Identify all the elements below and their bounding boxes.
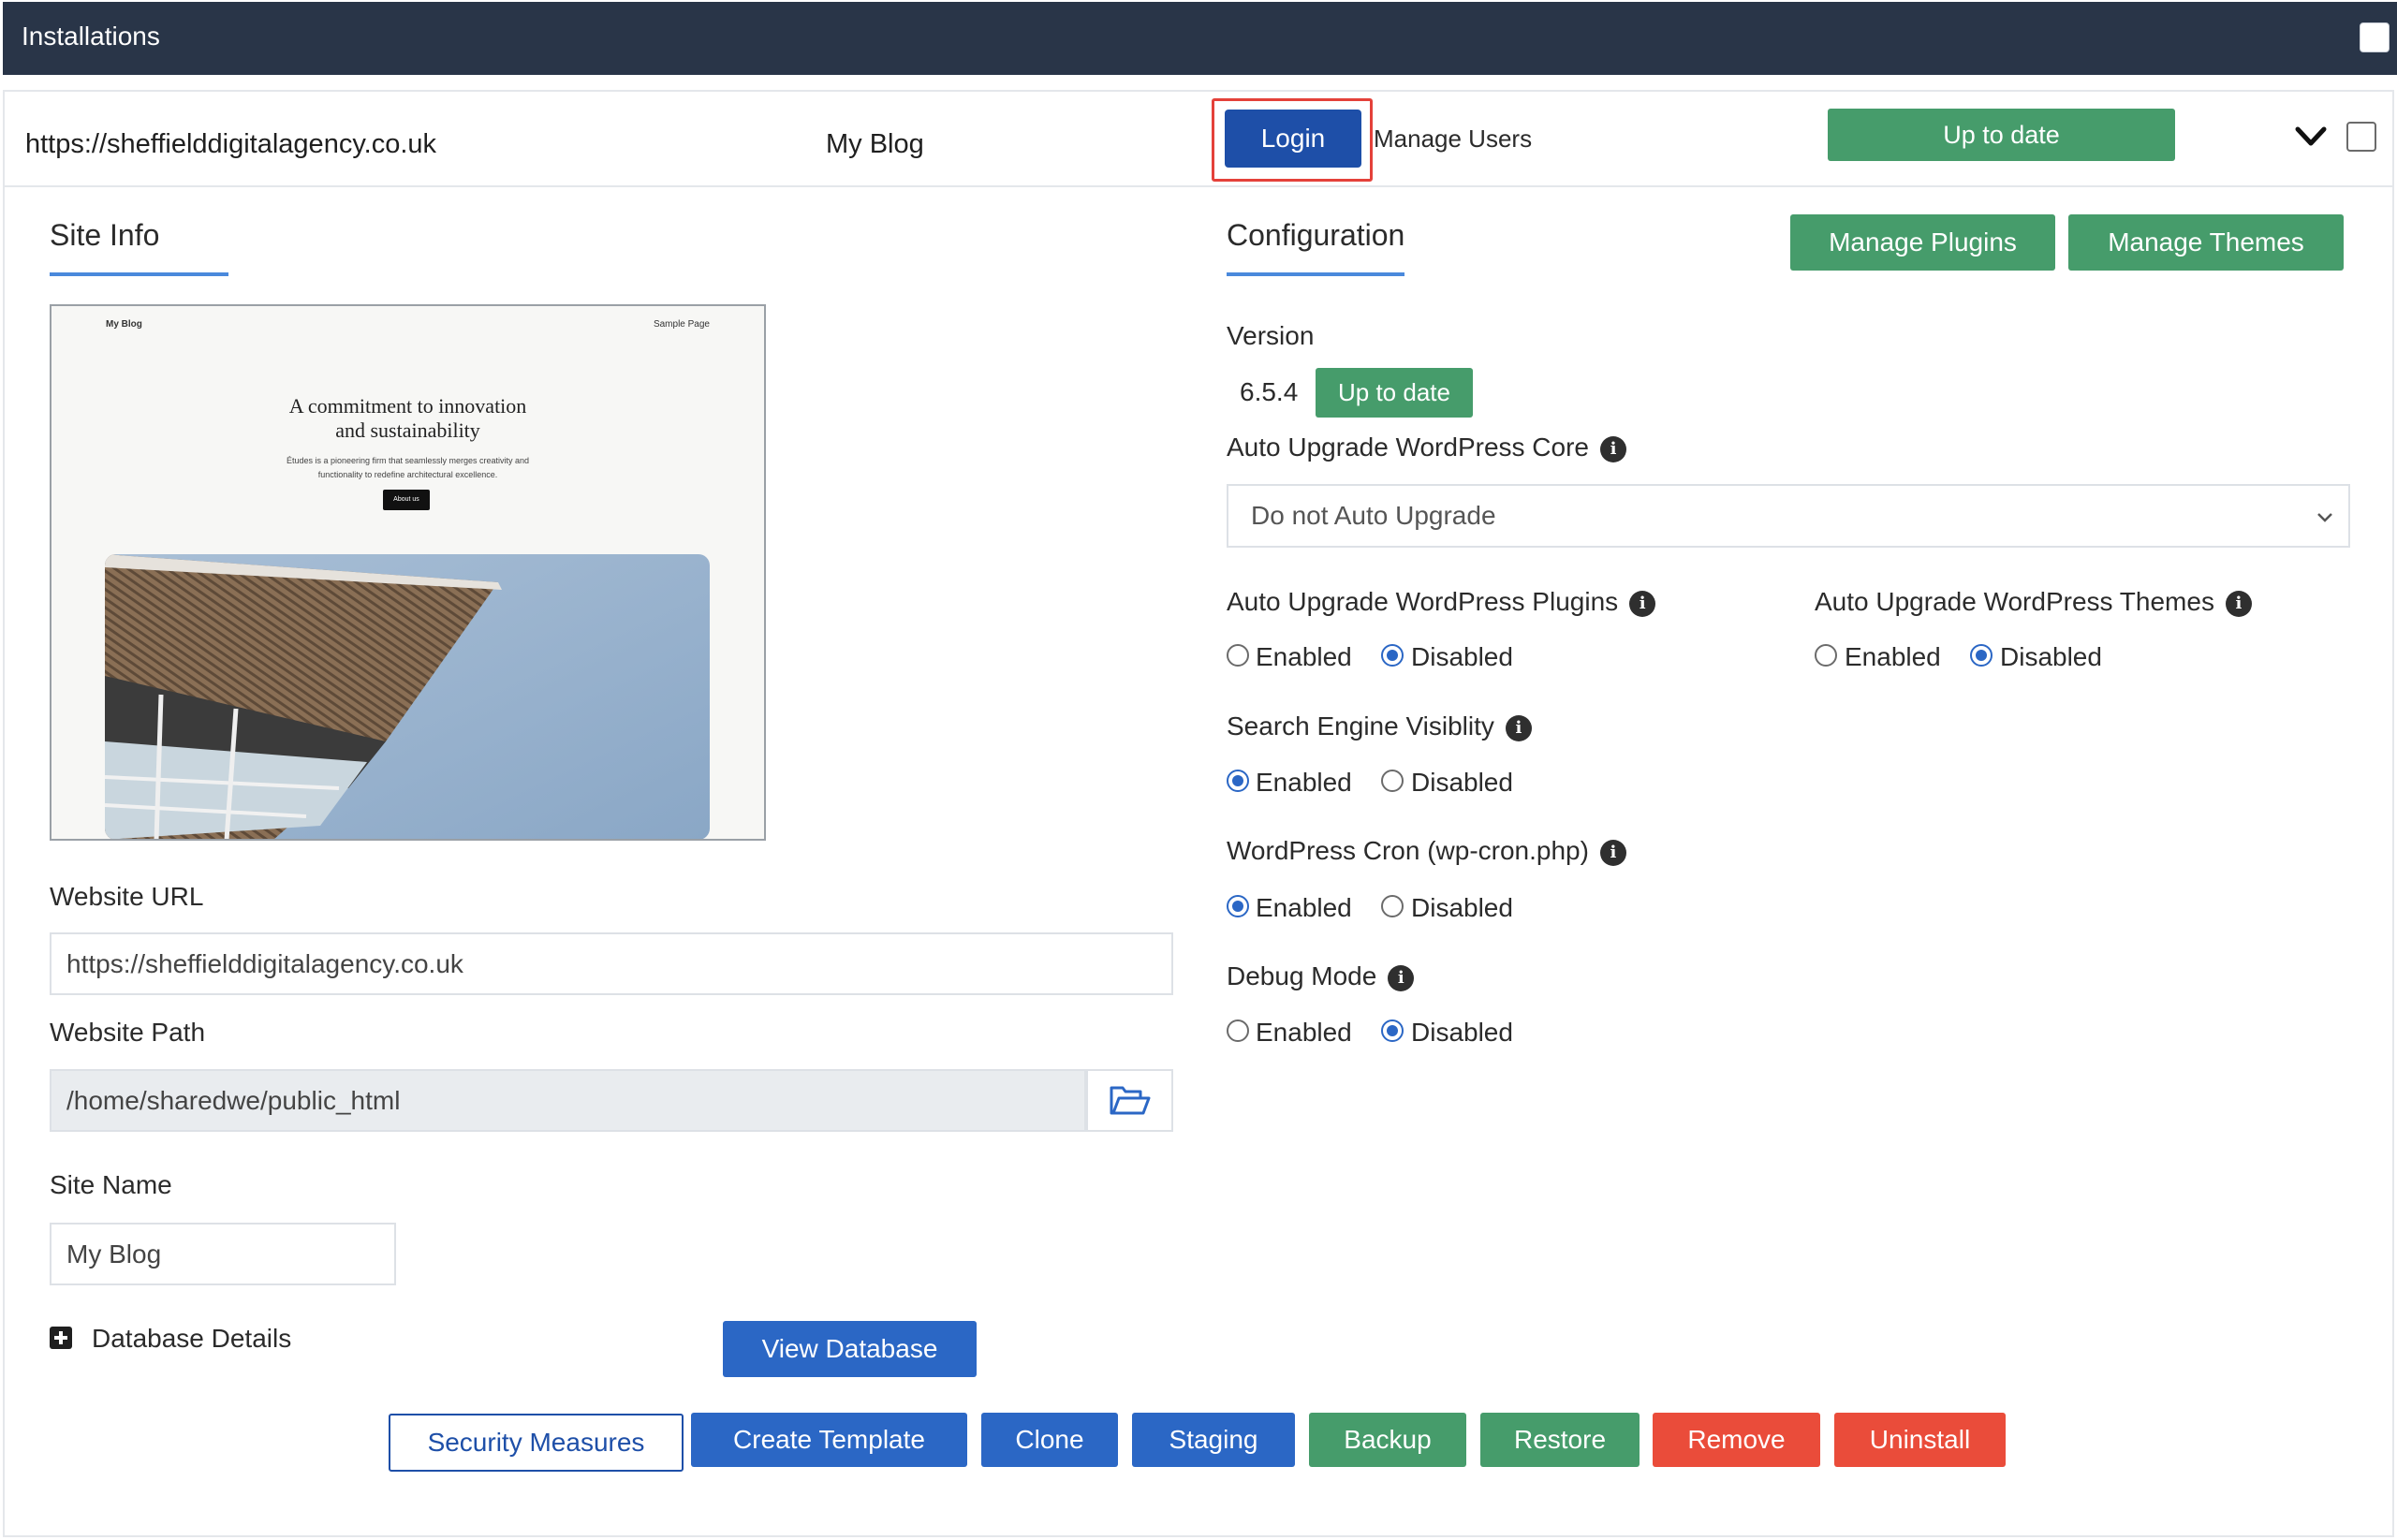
website-url-input[interactable]: https://sheffielddigitalagency.co.uk bbox=[50, 932, 1173, 995]
folder-open-icon bbox=[1110, 1086, 1150, 1114]
site-name-input[interactable]: My Blog bbox=[50, 1223, 396, 1285]
version-value: 6.5.4 bbox=[1240, 377, 1299, 406]
preview-building-image bbox=[105, 554, 710, 839]
site-preview-thumbnail: My Blog Sample Page A commitment to inno… bbox=[50, 304, 766, 841]
backup-button[interactable]: Backup bbox=[1309, 1413, 1466, 1467]
row-divider bbox=[5, 185, 2392, 187]
auto-upgrade-core-label: Auto Upgrade WordPress Core i bbox=[1227, 433, 1626, 462]
search-enabled-radio[interactable] bbox=[1227, 770, 1249, 792]
auto-upgrade-themes-label: Auto Upgrade WordPress Themes i bbox=[1815, 587, 2252, 617]
browse-folder-button[interactable] bbox=[1086, 1069, 1173, 1132]
site-info-title: Site Info bbox=[50, 218, 160, 252]
search-disabled-radio[interactable] bbox=[1381, 770, 1404, 792]
auto-upgrade-plugins-label: Auto Upgrade WordPress Plugins i bbox=[1227, 587, 1656, 617]
configuration-underline bbox=[1227, 272, 1404, 276]
installation-url[interactable]: https://sheffielddigitalagency.co.uk bbox=[25, 129, 436, 160]
manage-themes-button[interactable]: Manage Themes bbox=[2068, 214, 2344, 271]
search-disabled-label[interactable]: Disabled bbox=[1411, 768, 1513, 798]
login-button[interactable]: Login bbox=[1225, 110, 1361, 168]
remove-button[interactable]: Remove bbox=[1653, 1413, 1820, 1467]
version-label: Version bbox=[1227, 321, 1315, 350]
debug-enabled-radio[interactable] bbox=[1227, 1019, 1249, 1042]
configuration-title: Configuration bbox=[1227, 218, 1405, 252]
installations-header: Installations bbox=[3, 2, 2397, 75]
themes-enabled-radio[interactable] bbox=[1815, 644, 1837, 667]
info-icon[interactable]: i bbox=[1629, 590, 1656, 617]
restore-button[interactable]: Restore bbox=[1480, 1413, 1640, 1467]
site-name-label: Site Name bbox=[50, 1170, 172, 1199]
expand-plus-icon[interactable] bbox=[50, 1327, 72, 1349]
wp-cron-label: WordPress Cron (wp-cron.php) i bbox=[1227, 836, 1626, 866]
website-path-input[interactable]: /home/sharedwe/public_html bbox=[50, 1069, 1086, 1132]
themes-disabled-radio[interactable] bbox=[1970, 644, 1993, 667]
info-icon[interactable]: i bbox=[1600, 435, 1626, 462]
manage-plugins-button[interactable]: Manage Plugins bbox=[1790, 214, 2055, 271]
update-status-button[interactable]: Up to date bbox=[1828, 109, 2175, 161]
installation-site-name: My Blog bbox=[826, 129, 924, 159]
themes-disabled-label[interactable]: Disabled bbox=[2000, 642, 2102, 672]
info-icon[interactable]: i bbox=[1505, 714, 1532, 741]
uninstall-button[interactable]: Uninstall bbox=[1834, 1413, 2006, 1467]
search-enabled-label[interactable]: Enabled bbox=[1256, 768, 1352, 798]
clone-button[interactable]: Clone bbox=[981, 1413, 1118, 1467]
security-measures-button[interactable]: Security Measures bbox=[389, 1414, 684, 1472]
preview-text: Études is a pioneering firm that seamles… bbox=[286, 456, 530, 479]
manage-users-link[interactable]: Manage Users bbox=[1374, 125, 1532, 154]
select-all-checkbox[interactable] bbox=[2360, 22, 2390, 52]
create-template-button[interactable]: Create Template bbox=[691, 1413, 967, 1467]
plugins-enabled-radio[interactable] bbox=[1227, 644, 1249, 667]
plugins-enabled-label[interactable]: Enabled bbox=[1256, 642, 1352, 672]
debug-mode-label: Debug Mode i bbox=[1227, 961, 1415, 991]
info-icon[interactable]: i bbox=[2225, 590, 2252, 617]
preview-nav-title: My Blog bbox=[106, 319, 142, 330]
header-title: Installations bbox=[22, 22, 160, 51]
plugins-disabled-label[interactable]: Disabled bbox=[1411, 642, 1513, 672]
cron-enabled-radio[interactable] bbox=[1227, 895, 1249, 917]
website-path-label: Website Path bbox=[50, 1018, 206, 1047]
chevron-down-icon bbox=[2317, 513, 2332, 522]
auto-upgrade-core-select[interactable]: Do not Auto Upgrade bbox=[1227, 484, 2350, 548]
version-status-button[interactable]: Up to date bbox=[1316, 368, 1473, 418]
database-details-toggle[interactable]: Database Details bbox=[92, 1324, 291, 1354]
cron-enabled-label[interactable]: Enabled bbox=[1256, 893, 1352, 923]
info-icon[interactable]: i bbox=[1599, 839, 1626, 866]
site-info-underline bbox=[50, 272, 228, 276]
debug-disabled-label[interactable]: Disabled bbox=[1411, 1018, 1513, 1048]
view-database-button[interactable]: View Database bbox=[723, 1321, 977, 1377]
cron-disabled-label[interactable]: Disabled bbox=[1411, 893, 1513, 923]
website-url-label: Website URL bbox=[50, 882, 204, 911]
themes-enabled-label[interactable]: Enabled bbox=[1845, 642, 1941, 672]
plugins-disabled-radio[interactable] bbox=[1381, 644, 1404, 667]
preview-headline: A commitment to innovation and sustainab… bbox=[288, 394, 527, 442]
debug-enabled-label[interactable]: Enabled bbox=[1256, 1018, 1352, 1048]
staging-button[interactable]: Staging bbox=[1132, 1413, 1295, 1467]
chevron-down-icon[interactable] bbox=[2294, 124, 2328, 150]
debug-disabled-radio[interactable] bbox=[1381, 1019, 1404, 1042]
preview-nav-link: Sample Page bbox=[653, 319, 710, 330]
row-select-checkbox[interactable] bbox=[2346, 122, 2376, 152]
cron-disabled-radio[interactable] bbox=[1381, 895, 1404, 917]
info-icon[interactable]: i bbox=[1388, 964, 1415, 991]
search-visibility-label: Search Engine Visiblity i bbox=[1227, 711, 1532, 741]
preview-button: About us bbox=[383, 490, 430, 510]
